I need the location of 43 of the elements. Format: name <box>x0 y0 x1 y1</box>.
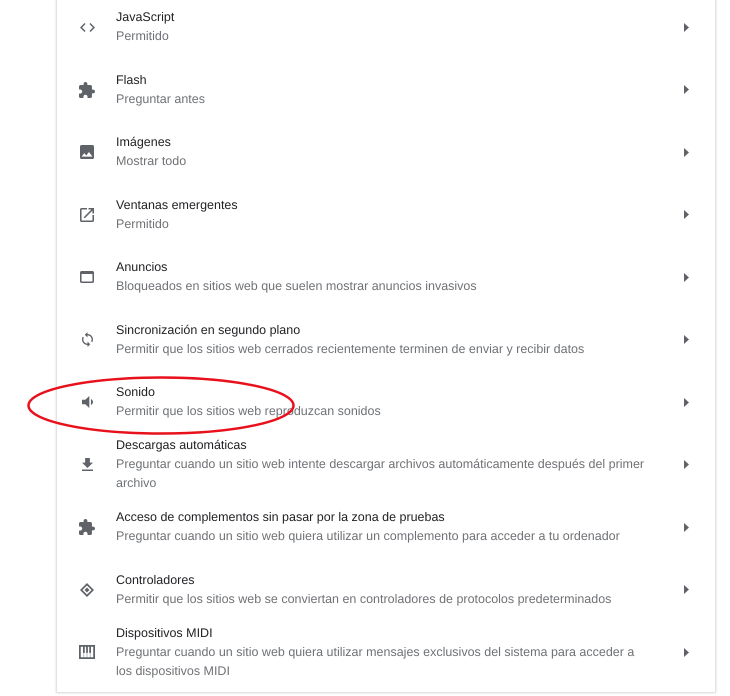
setting-title: Dispositivos MIDI <box>116 624 214 642</box>
setting-description: Preguntar antes <box>116 90 206 108</box>
puzzle-piece-icon <box>79 82 95 98</box>
setting-title: Descargas automáticas <box>116 437 248 454</box>
setting-description: Permitir que los sitios web se conviertan en controladores de protocolos predeterminados <box>116 590 612 608</box>
setting-title: Controladores <box>116 572 196 589</box>
sync-icon <box>82 332 92 348</box>
diamond-icon <box>80 582 94 597</box>
arrow-right-icon[interactable] <box>684 272 689 282</box>
arrow-right-icon[interactable] <box>684 648 689 657</box>
setting-title: Sonido <box>116 384 156 402</box>
setting-description: Permitir que los sitios web cerrados recientemente terminen de enviar y recibir datos <box>116 340 586 358</box>
browser-window-icon <box>80 271 94 284</box>
arrow-right-icon[interactable] <box>684 335 689 344</box>
setting-description: Preguntar cuando un sitio web quiera utilizar un complemento para acceder a tu ordenador <box>116 528 621 546</box>
setting-description: Mostrar todo <box>116 153 188 170</box>
arrow-right-icon[interactable] <box>684 398 689 407</box>
setting-title: Sincronización en segundo plano <box>116 322 302 339</box>
arrow-right-icon[interactable] <box>684 522 689 532</box>
arrow-right-icon[interactable] <box>684 210 689 220</box>
piano-keys-icon <box>79 645 95 660</box>
puzzle-piece-icon <box>79 519 95 536</box>
speaker-icon <box>82 396 92 408</box>
setting-description: Preguntar cuando un sitio web quiera utilizar mensajes exclusivos del sistema para acceder a los dispositivos MIDI <box>116 644 636 680</box>
setting-title: Flash <box>116 72 148 89</box>
setting-description: Preguntar cuando un sitio web intente descargar archivos automáticamente después del primer archivo <box>116 456 646 492</box>
external-link-icon <box>80 208 94 222</box>
image-icon <box>80 145 94 160</box>
arrow-right-icon[interactable] <box>684 585 689 594</box>
download-icon <box>82 458 92 472</box>
arrow-right-icon[interactable] <box>684 22 689 32</box>
arrow-right-icon[interactable] <box>684 148 689 157</box>
setting-description: Bloqueados en sitios web que suelen mostrar anuncios invasivos <box>116 278 478 296</box>
setting-title: Ventanas emergentes <box>116 196 239 214</box>
code-icon <box>80 22 94 32</box>
arrow-right-icon[interactable] <box>684 460 689 470</box>
arrow-right-icon[interactable] <box>684 85 689 94</box>
setting-title: Acceso de complementos sin pasar por la zona de pruebas <box>116 509 446 526</box>
setting-description: Permitido <box>116 28 170 46</box>
setting-title: Imágenes <box>116 134 172 152</box>
setting-description: Permitido <box>116 216 170 233</box>
setting-title: Anuncios <box>116 259 168 276</box>
setting-title: JavaScript <box>116 9 176 26</box>
